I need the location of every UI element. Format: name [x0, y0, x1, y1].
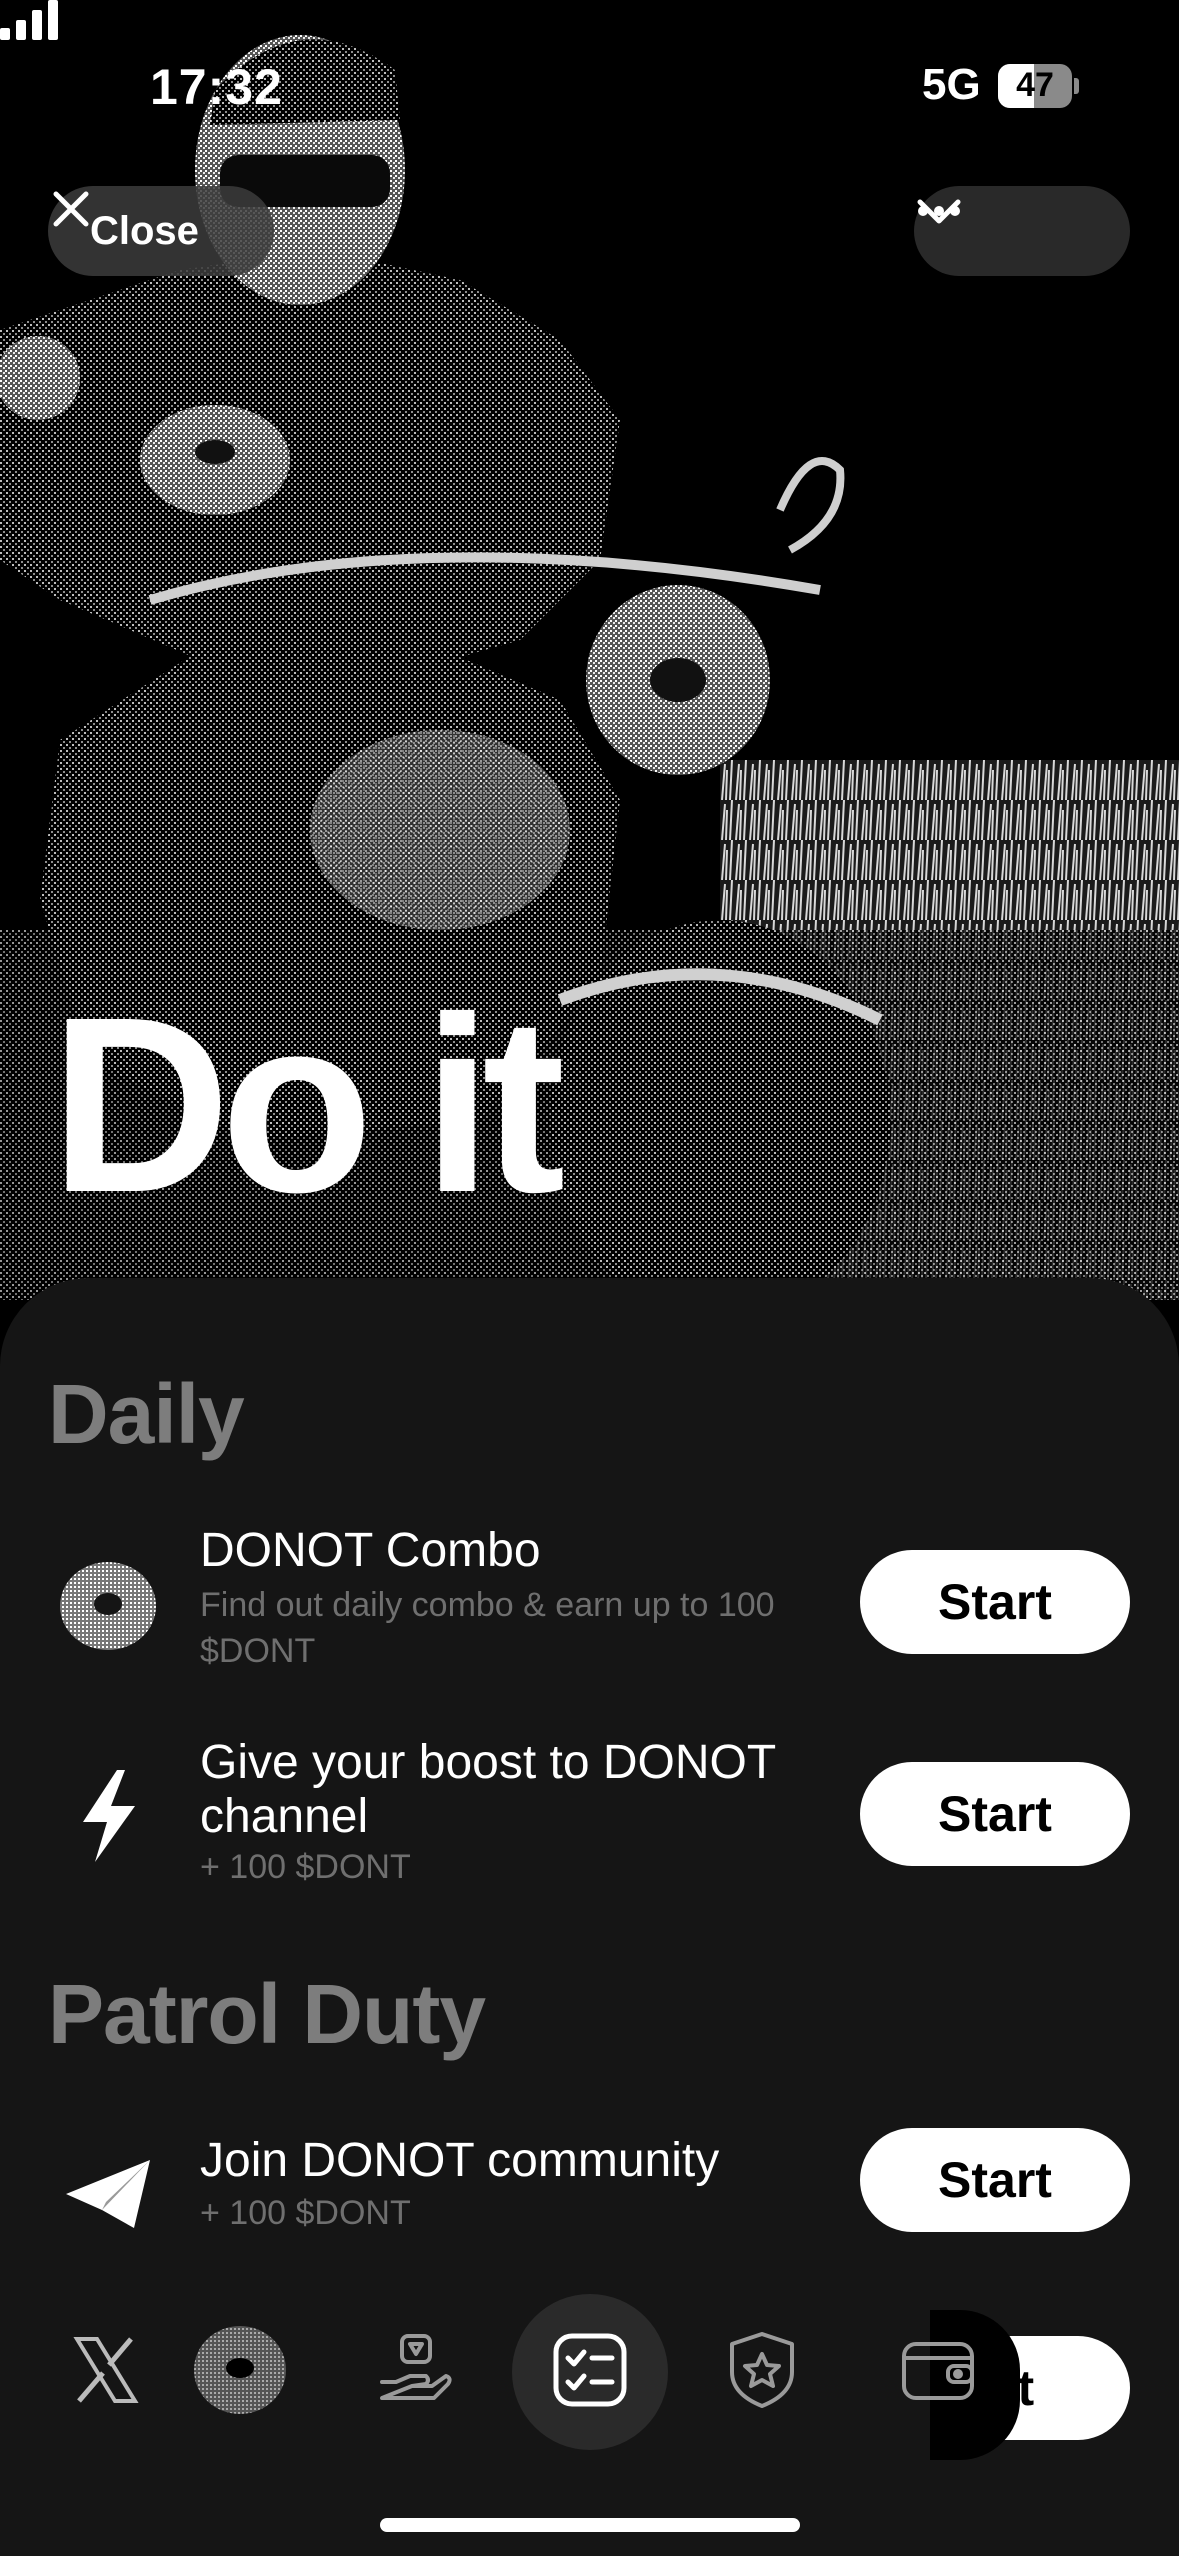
battery-percent: 47: [1016, 66, 1054, 104]
task-subtitle: Find out daily combo & earn up to 100 $D…: [200, 1586, 775, 1670]
more-dots-icon: [918, 206, 960, 216]
task-subtitle: + 100 $DONT: [200, 2194, 411, 2232]
hero-title: Do it: [50, 965, 565, 1244]
lightning-icon: [58, 1766, 158, 1866]
start-button[interactable]: Start: [860, 1550, 1130, 1654]
hand-coin-icon[interactable]: [366, 2320, 466, 2420]
close-button[interactable]: Close: [48, 186, 274, 276]
hero-banner: 17:32 5G 47 Close Do it: [0, 0, 1179, 1300]
task-title: Give your boost to DONOT channel: [200, 1736, 776, 1843]
network-type: 5G: [922, 60, 981, 109]
close-icon: [53, 191, 89, 227]
task-row: Give your boost to DONOT channel + 100 $…: [0, 1736, 1179, 1896]
more-button[interactable]: [918, 198, 1100, 264]
close-label: Close: [90, 208, 199, 253]
telegram-icon: [58, 2144, 158, 2244]
home-indicator[interactable]: [380, 2518, 800, 2532]
start-button[interactable]: Start: [860, 2128, 1130, 2232]
task-title: Join DONOT community: [200, 2134, 720, 2187]
cellular-signal-icon: [0, 0, 58, 40]
task-subtitle: + 100 $DONT: [200, 1848, 411, 1886]
status-bar: 17:32 5G 47: [0, 0, 1179, 150]
top-actions-pill: [914, 186, 1130, 276]
status-time: 17:32: [150, 59, 283, 115]
task-row: Join DONOT community + 100 $DONT Start: [0, 2128, 1179, 2254]
badge-star-icon[interactable]: [712, 2320, 812, 2420]
donut-icon: [58, 1554, 158, 1654]
start-button[interactable]: Start: [860, 1762, 1130, 1866]
section-title-patrol-duty: Patrol Duty: [48, 1967, 486, 2061]
bottom-nav: rt: [0, 2290, 1179, 2460]
battery-icon: 47: [998, 64, 1079, 108]
x-icon[interactable]: [56, 2320, 156, 2420]
task-title: DONOT Combo: [200, 1524, 541, 1577]
task-row: DONOT Combo Find out daily combo & earn …: [0, 1524, 1179, 1684]
donut-icon[interactable]: [190, 2320, 290, 2420]
tasks-checklist-icon[interactable]: [540, 2320, 640, 2420]
wallet-icon[interactable]: [888, 2320, 988, 2420]
section-title-daily: Daily: [48, 1367, 245, 1461]
